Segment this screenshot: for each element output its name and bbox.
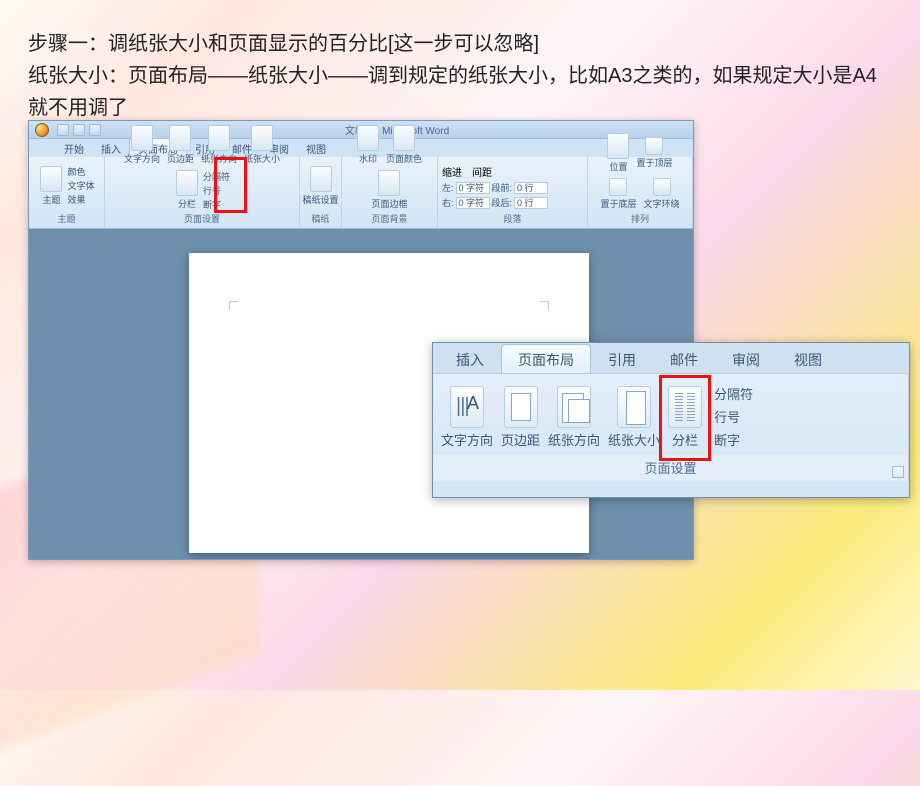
zoom-page-size-button[interactable]: 纸张大小 xyxy=(606,384,662,449)
qat-redo-icon[interactable] xyxy=(89,124,101,136)
page-color-icon xyxy=(393,125,415,151)
send-back-button[interactable]: 置于底层 xyxy=(598,177,638,211)
bring-front-icon xyxy=(645,137,663,155)
spacing-after-input[interactable]: 0 行 xyxy=(514,197,548,209)
tab-home[interactable]: 开始 xyxy=(55,138,93,157)
group-label-theme: 主题 xyxy=(33,211,100,226)
zoom-side-list: 分隔符 行号 断字 xyxy=(708,380,902,453)
zoom-tab-page-layout[interactable]: 页面布局 xyxy=(501,344,591,373)
spacing-before-input[interactable]: 0 行 xyxy=(514,182,548,194)
zoom-margins-button[interactable]: 页边距 xyxy=(499,384,542,449)
themes-button[interactable]: 主题 xyxy=(38,165,64,207)
group-label-paragraph: 段落 xyxy=(442,211,583,226)
office-button[interactable] xyxy=(29,121,55,139)
manuscript-button[interactable]: 稿纸设置 xyxy=(301,165,341,207)
zoom-tab-references[interactable]: 引用 xyxy=(591,344,653,373)
zoom-tab-insert[interactable]: 插入 xyxy=(439,344,501,373)
zoom-tabs: 插入 页面布局 引用 邮件 审阅 视图 xyxy=(433,343,909,373)
group-page-bg: 水印 页面颜色 页面边框 页面背景 xyxy=(342,157,438,228)
text-wrap-button[interactable]: 文字环绕 xyxy=(642,177,682,211)
indent-left-label: 左: xyxy=(442,181,454,194)
bring-front-button[interactable]: 置于顶层 xyxy=(634,136,674,170)
page-size-icon xyxy=(251,125,273,151)
indent-heading: 缩进 xyxy=(442,164,462,179)
zoom-orientation-button[interactable]: 纸张方向 xyxy=(546,384,602,449)
zoom-line-numbers-button[interactable]: 行号 xyxy=(714,407,896,426)
group-paragraph: 缩进 间距 左: 0 字符 段前: 0 行 右: 0 字符 段后: 0 行 段落 xyxy=(438,157,588,228)
ribbon: 主题 颜色 文字体 效果 主题 文字方向 页边距 纸张方向 纸张大小 分栏 分隔… xyxy=(29,157,693,229)
position-button[interactable]: 位置 xyxy=(605,132,631,174)
send-back-icon xyxy=(609,178,627,196)
office-orb-icon xyxy=(35,123,49,137)
theme-fonts[interactable]: 文字体 xyxy=(67,179,94,192)
indent-right-input[interactable]: 0 字符 xyxy=(456,197,490,209)
theme-colors[interactable]: 颜色 xyxy=(67,165,94,178)
caption-line-1: 步骤一：调纸张大小和页面显示的百分比[这一步可以忽略] xyxy=(28,28,892,60)
group-label-page-setup: 页面设置 xyxy=(109,211,295,226)
spacing-before-label: 段前: xyxy=(492,181,513,194)
theme-options: 颜色 文字体 效果 xyxy=(67,165,94,206)
quick-access-toolbar xyxy=(57,124,101,136)
indent-left-input[interactable]: 0 字符 xyxy=(456,182,490,194)
highlight-page-size-large xyxy=(659,375,711,461)
group-theme: 主题 颜色 文字体 效果 主题 xyxy=(29,157,105,228)
page-color-button[interactable]: 页面颜色 xyxy=(384,124,424,166)
group-label-arrange: 排列 xyxy=(592,211,688,226)
instruction-text: 步骤一：调纸张大小和页面显示的百分比[这一步可以忽略] 纸张大小：页面布局——纸… xyxy=(0,0,920,132)
tab-view[interactable]: 视图 xyxy=(297,138,335,157)
orientation-icon xyxy=(557,386,591,428)
text-direction-icon xyxy=(131,125,153,151)
indent-right-label: 右: xyxy=(442,196,454,209)
page-borders-button[interactable]: 页面边框 xyxy=(369,169,409,211)
page-size-button[interactable]: 纸张大小 xyxy=(242,124,282,166)
margins-button[interactable]: 页边距 xyxy=(165,124,196,166)
manuscript-icon xyxy=(310,166,332,192)
caption-line-2: 纸张大小：页面布局——纸张大小——调到规定的纸张大小，比如A3之类的，如果规定大… xyxy=(28,60,892,124)
highlight-page-size-small xyxy=(214,157,247,213)
text-direction-button[interactable]: 文字方向 xyxy=(122,124,162,166)
ribbon-zoom-callout: 插入 页面布局 引用 邮件 审阅 视图 文字方向 页边距 纸张方向 纸张大小 分… xyxy=(432,342,910,498)
group-label-page-bg: 页面背景 xyxy=(346,211,433,226)
watermark-button[interactable]: 水印 xyxy=(355,124,381,166)
zoom-tab-mailings[interactable]: 邮件 xyxy=(653,344,715,373)
text-wrap-icon xyxy=(653,178,671,196)
qat-undo-icon[interactable] xyxy=(73,124,85,136)
qat-save-icon[interactable] xyxy=(57,124,69,136)
margins-icon xyxy=(504,386,538,428)
columns-button[interactable]: 分栏 xyxy=(174,169,200,211)
dialog-launcher-icon[interactable] xyxy=(892,466,904,478)
zoom-tab-view[interactable]: 视图 xyxy=(777,344,839,373)
page-borders-icon xyxy=(378,170,400,196)
margins-icon xyxy=(169,125,191,151)
spacing-heading: 间距 xyxy=(472,164,492,179)
orientation-icon xyxy=(208,125,230,151)
page-size-icon xyxy=(617,386,651,428)
position-icon xyxy=(607,133,629,159)
theme-effects[interactable]: 效果 xyxy=(67,193,94,206)
group-label-manuscript: 稿纸 xyxy=(304,211,337,226)
group-arrange: 位置 置于顶层 置于底层 文字环绕 排列 xyxy=(588,157,693,228)
group-manuscript: 稿纸设置 稿纸 xyxy=(300,157,342,228)
spacing-after-label: 段后: xyxy=(492,196,513,209)
watermark-icon xyxy=(357,125,379,151)
zoom-hyphenation-button[interactable]: 断字 xyxy=(714,430,896,449)
text-direction-icon xyxy=(450,386,484,428)
zoom-text-direction-button[interactable]: 文字方向 xyxy=(439,384,495,449)
group-page-setup: 文字方向 页边距 纸张方向 纸张大小 分栏 分隔符 行号 断字 页面设置 xyxy=(105,157,300,228)
zoom-breaks-button[interactable]: 分隔符 xyxy=(714,384,896,403)
columns-icon xyxy=(176,170,198,196)
themes-icon xyxy=(40,166,62,192)
zoom-tab-review[interactable]: 审阅 xyxy=(715,344,777,373)
